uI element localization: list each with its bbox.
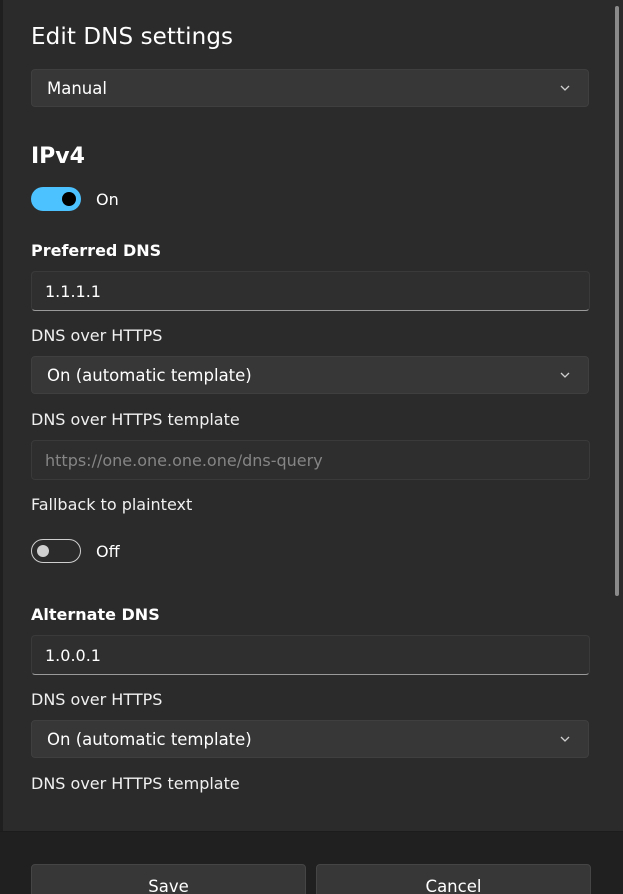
dns-mode-value: Manual	[47, 79, 107, 98]
chevron-down-icon	[560, 736, 570, 742]
edit-dns-dialog: Edit DNS settings Manual IPv4 On Preferr…	[0, 0, 623, 894]
ipv4-heading: IPv4	[31, 144, 85, 169]
toggle-knob	[37, 545, 49, 557]
alternate-doh-template-label: DNS over HTTPS template	[31, 774, 240, 793]
preferred-doh-select[interactable]: On (automatic template)	[31, 356, 589, 394]
dns-mode-select[interactable]: Manual	[31, 69, 589, 107]
preferred-doh-value: On (automatic template)	[47, 366, 252, 385]
dialog-title: Edit DNS settings	[31, 24, 234, 50]
scrollbar-thumb[interactable]	[615, 6, 619, 596]
alternate-doh-value: On (automatic template)	[47, 730, 252, 749]
preferred-doh-template-input[interactable]: https://one.one.one.one/dns-query	[31, 440, 590, 480]
toggle-knob	[62, 192, 76, 206]
fallback-toggle-label: Off	[96, 542, 120, 561]
fallback-plaintext-toggle[interactable]	[31, 539, 81, 563]
ipv4-toggle[interactable]	[31, 187, 81, 211]
save-button[interactable]: Save	[31, 864, 306, 894]
preferred-dns-value: 1.1.1.1	[45, 282, 101, 301]
alternate-dns-input[interactable]: 1.0.0.1	[31, 635, 590, 675]
alternate-doh-label: DNS over HTTPS	[31, 690, 163, 709]
cancel-button-label: Cancel	[425, 877, 482, 894]
scrollbar[interactable]	[615, 6, 619, 824]
window-edge	[0, 0, 3, 894]
save-button-label: Save	[148, 877, 189, 894]
preferred-dns-input[interactable]: 1.1.1.1	[31, 271, 590, 311]
chevron-down-icon	[560, 85, 570, 91]
alternate-doh-select[interactable]: On (automatic template)	[31, 720, 589, 758]
preferred-doh-label: DNS over HTTPS	[31, 326, 163, 345]
preferred-doh-template-label: DNS over HTTPS template	[31, 410, 240, 429]
dialog-footer: Save Cancel	[0, 831, 623, 894]
chevron-down-icon	[560, 372, 570, 378]
ipv4-toggle-label: On	[96, 190, 119, 209]
alternate-dns-value: 1.0.0.1	[45, 646, 101, 665]
fallback-plaintext-label: Fallback to plaintext	[31, 495, 193, 514]
preferred-doh-template-placeholder: https://one.one.one.one/dns-query	[45, 451, 323, 470]
cancel-button[interactable]: Cancel	[316, 864, 591, 894]
alternate-dns-label: Alternate DNS	[31, 605, 160, 624]
preferred-dns-label: Preferred DNS	[31, 241, 162, 260]
